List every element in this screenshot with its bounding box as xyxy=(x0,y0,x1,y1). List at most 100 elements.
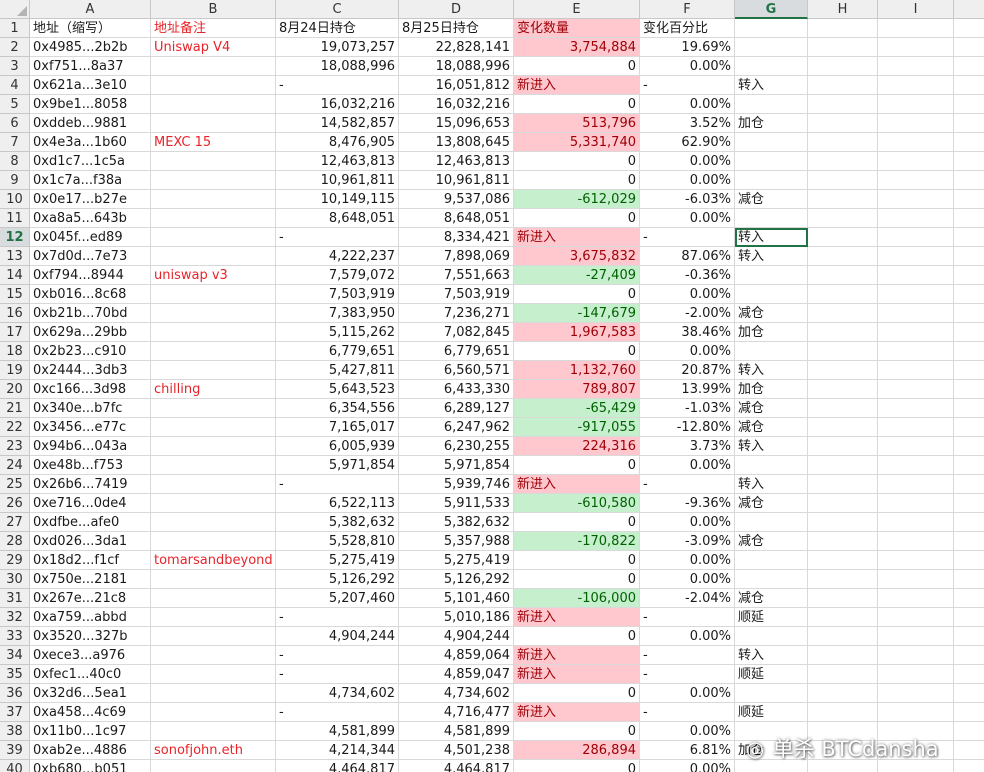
change-amount-cell[interactable]: 0 xyxy=(514,95,640,114)
note-cell[interactable]: MEXC 15 xyxy=(151,133,276,152)
row-number[interactable]: 9 xyxy=(0,171,30,190)
change-percent-cell[interactable]: 0.00% xyxy=(640,513,735,532)
address-cell[interactable]: 0x621a...3e10 xyxy=(30,76,151,95)
address-cell[interactable]: 0x1c7a...f38a xyxy=(30,171,151,190)
empty-cell[interactable] xyxy=(954,741,984,760)
empty-cell[interactable] xyxy=(878,760,954,772)
action-cell[interactable] xyxy=(735,627,808,646)
address-cell[interactable]: 0x3456...e77c xyxy=(30,418,151,437)
address-cell[interactable]: 0x4985...2b2b xyxy=(30,38,151,57)
holding-aug25-cell[interactable]: 6,247,962 xyxy=(399,418,514,437)
change-percent-cell[interactable]: 3.52% xyxy=(640,114,735,133)
header-change-amount[interactable]: 变化数量 xyxy=(514,19,640,38)
row-number[interactable]: 2 xyxy=(0,38,30,57)
address-cell[interactable]: 0xb21b...70bd xyxy=(30,304,151,323)
note-cell[interactable] xyxy=(151,703,276,722)
action-cell[interactable] xyxy=(735,152,808,171)
empty-cell[interactable] xyxy=(878,551,954,570)
holding-aug24-cell[interactable]: 18,088,996 xyxy=(276,57,399,76)
row-number[interactable]: 40 xyxy=(0,760,30,772)
note-cell[interactable] xyxy=(151,760,276,772)
change-amount-cell[interactable]: 0 xyxy=(514,551,640,570)
note-cell[interactable] xyxy=(151,418,276,437)
holding-aug25-cell[interactable]: 13,808,645 xyxy=(399,133,514,152)
action-cell[interactable]: 减仓 xyxy=(735,304,808,323)
empty-cell[interactable] xyxy=(954,456,984,475)
header-empty-i[interactable] xyxy=(878,19,954,38)
action-cell[interactable]: 转入 xyxy=(735,76,808,95)
change-amount-cell[interactable]: 286,894 xyxy=(514,741,640,760)
row-number[interactable]: 39 xyxy=(0,741,30,760)
row-number[interactable]: 25 xyxy=(0,475,30,494)
holding-aug24-cell[interactable]: 4,734,602 xyxy=(276,684,399,703)
empty-cell[interactable] xyxy=(878,361,954,380)
change-percent-cell[interactable]: 0.00% xyxy=(640,722,735,741)
spreadsheet-grid[interactable]: A B C D E F G H I 1 地址（缩写） 地址备注 8月24日持仓 … xyxy=(0,0,984,772)
empty-cell[interactable] xyxy=(878,532,954,551)
address-cell[interactable]: 0x11b0...1c97 xyxy=(30,722,151,741)
empty-cell[interactable] xyxy=(878,171,954,190)
holding-aug25-cell[interactable]: 4,464,817 xyxy=(399,760,514,772)
note-cell[interactable] xyxy=(151,190,276,209)
holding-aug25-cell[interactable]: 5,939,746 xyxy=(399,475,514,494)
holding-aug24-cell[interactable]: 4,464,817 xyxy=(276,760,399,772)
change-amount-cell[interactable]: -65,429 xyxy=(514,399,640,418)
note-cell[interactable] xyxy=(151,247,276,266)
note-cell[interactable] xyxy=(151,361,276,380)
change-amount-cell[interactable]: 新进入 xyxy=(514,646,640,665)
empty-cell[interactable] xyxy=(808,228,878,247)
empty-cell[interactable] xyxy=(954,38,984,57)
note-cell[interactable] xyxy=(151,665,276,684)
empty-cell[interactable] xyxy=(954,722,984,741)
address-cell[interactable]: 0x26b6...7419 xyxy=(30,475,151,494)
change-amount-cell[interactable]: -917,055 xyxy=(514,418,640,437)
note-cell[interactable] xyxy=(151,228,276,247)
empty-cell[interactable] xyxy=(808,437,878,456)
action-cell[interactable] xyxy=(735,456,808,475)
change-amount-cell[interactable]: 0 xyxy=(514,57,640,76)
address-cell[interactable]: 0x32d6...5ea1 xyxy=(30,684,151,703)
note-cell[interactable] xyxy=(151,532,276,551)
empty-cell[interactable] xyxy=(878,456,954,475)
empty-cell[interactable] xyxy=(878,190,954,209)
row-number[interactable]: 19 xyxy=(0,361,30,380)
empty-cell[interactable] xyxy=(878,399,954,418)
note-cell[interactable] xyxy=(151,399,276,418)
empty-cell[interactable] xyxy=(954,95,984,114)
note-cell[interactable]: Uniswap V4 xyxy=(151,38,276,57)
address-cell[interactable]: 0xe716...0de4 xyxy=(30,494,151,513)
change-amount-cell[interactable]: 0 xyxy=(514,171,640,190)
column-header-a[interactable]: A xyxy=(30,0,151,19)
change-percent-cell[interactable]: -1.03% xyxy=(640,399,735,418)
holding-aug24-cell[interactable]: 6,354,556 xyxy=(276,399,399,418)
holding-aug24-cell[interactable]: 4,222,237 xyxy=(276,247,399,266)
holding-aug24-cell[interactable]: 7,579,072 xyxy=(276,266,399,285)
action-cell[interactable]: 减仓 xyxy=(735,418,808,437)
action-cell[interactable]: 减仓 xyxy=(735,399,808,418)
empty-cell[interactable] xyxy=(878,76,954,95)
holding-aug25-cell[interactable]: 12,463,813 xyxy=(399,152,514,171)
row-number[interactable]: 34 xyxy=(0,646,30,665)
action-cell[interactable]: 减仓 xyxy=(735,494,808,513)
change-percent-cell[interactable]: 0.00% xyxy=(640,684,735,703)
change-amount-cell[interactable]: 0 xyxy=(514,627,640,646)
empty-cell[interactable] xyxy=(808,190,878,209)
empty-cell[interactable] xyxy=(808,551,878,570)
action-cell[interactable]: 减仓 xyxy=(735,532,808,551)
empty-cell[interactable] xyxy=(954,589,984,608)
change-percent-cell[interactable]: -6.03% xyxy=(640,190,735,209)
empty-cell[interactable] xyxy=(878,646,954,665)
empty-cell[interactable] xyxy=(808,95,878,114)
empty-cell[interactable] xyxy=(954,247,984,266)
note-cell[interactable] xyxy=(151,437,276,456)
row-number[interactable]: 7 xyxy=(0,133,30,152)
empty-cell[interactable] xyxy=(878,380,954,399)
empty-cell[interactable] xyxy=(954,171,984,190)
empty-cell[interactable] xyxy=(808,494,878,513)
empty-cell[interactable] xyxy=(878,38,954,57)
change-percent-cell[interactable]: - xyxy=(640,646,735,665)
holding-aug25-cell[interactable]: 16,051,812 xyxy=(399,76,514,95)
change-percent-cell[interactable]: -2.00% xyxy=(640,304,735,323)
empty-cell[interactable] xyxy=(954,760,984,772)
empty-cell[interactable] xyxy=(808,247,878,266)
